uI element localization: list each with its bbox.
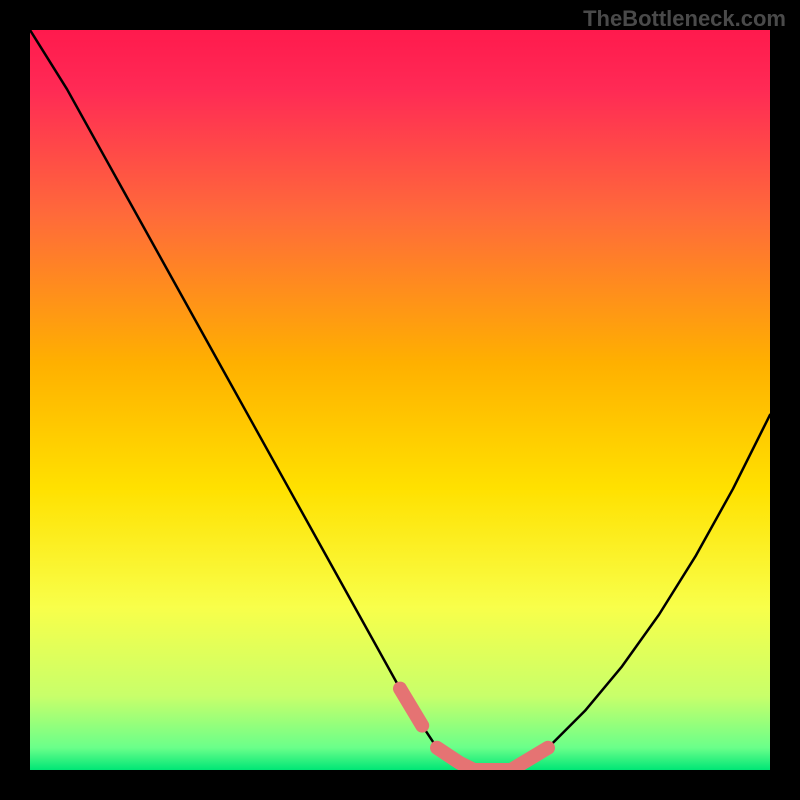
watermark-text: TheBottleneck.com	[583, 6, 786, 32]
chart-svg	[30, 30, 770, 770]
bottleneck-plot	[30, 30, 770, 770]
chart-container: TheBottleneck.com	[0, 0, 800, 800]
